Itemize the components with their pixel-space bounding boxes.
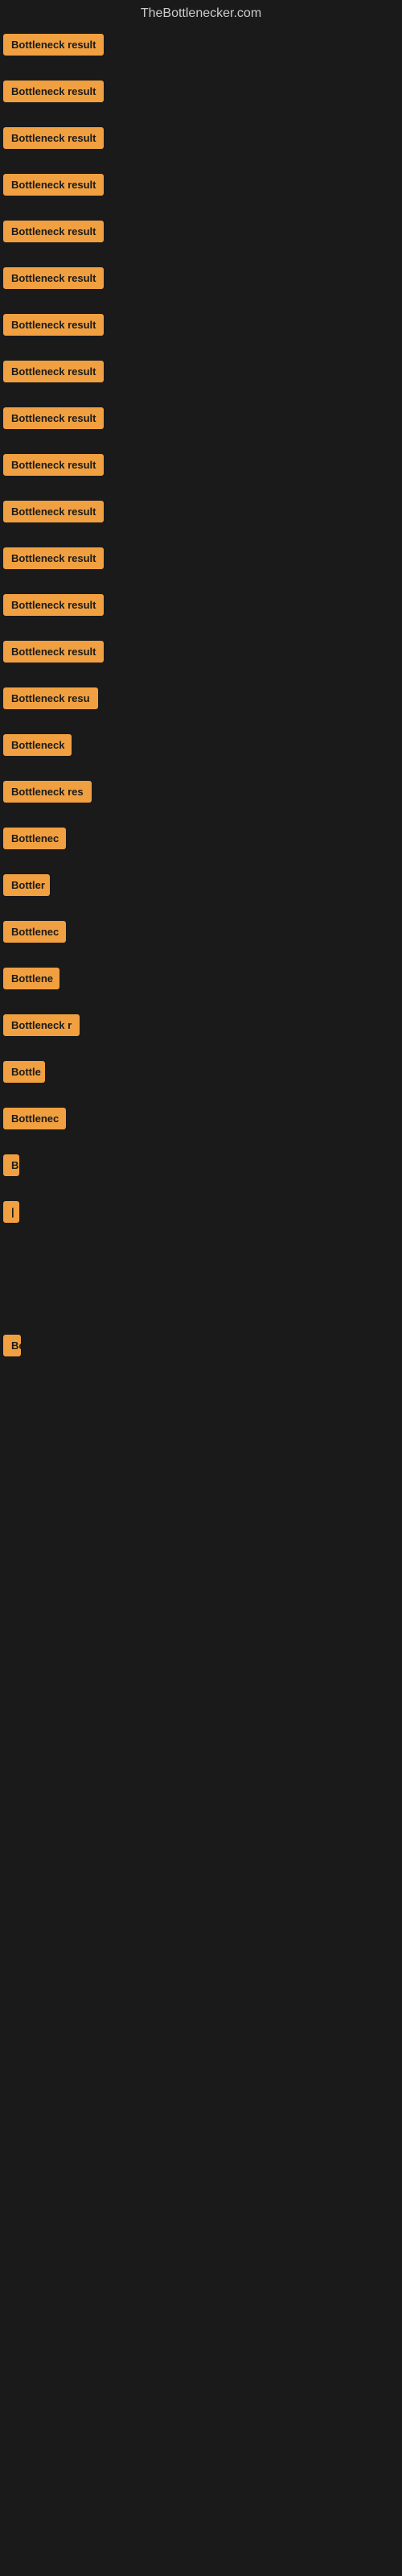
- bottleneck-badge[interactable]: Bottleneck res: [3, 781, 92, 803]
- list-item: B: [3, 1151, 399, 1183]
- bottleneck-badge[interactable]: Bottleneck resu: [3, 687, 98, 709]
- bottleneck-badge[interactable]: Bottleneck result: [3, 80, 104, 102]
- list-item: Bottleneck result: [3, 451, 399, 483]
- list-item: Bottleneck result: [3, 77, 399, 109]
- bottleneck-badge[interactable]: Bottleneck result: [3, 501, 104, 522]
- bottleneck-badge[interactable]: Bottleneck result: [3, 267, 104, 289]
- bottleneck-badge[interactable]: B: [3, 1154, 19, 1176]
- bottleneck-badge[interactable]: Bottleneck result: [3, 407, 104, 429]
- bottleneck-badge[interactable]: Bottleneck result: [3, 454, 104, 476]
- bottleneck-badge[interactable]: Bottleneck result: [3, 221, 104, 242]
- list-item: Bottleneck result: [3, 404, 399, 436]
- list-item: Bottleneck result: [3, 357, 399, 390]
- list-item: |: [3, 1198, 399, 1230]
- bottleneck-badge[interactable]: Bottlenec: [3, 1108, 66, 1129]
- bottleneck-badge[interactable]: Bottleneck result: [3, 314, 104, 336]
- bottleneck-badge[interactable]: Bottle: [3, 1061, 45, 1083]
- bottleneck-badge[interactable]: Bo: [3, 1335, 21, 1356]
- list-item: Bottlene: [3, 964, 399, 997]
- list-item: Bottleneck result: [3, 311, 399, 343]
- list-item: Bottleneck resu: [3, 684, 399, 716]
- bottleneck-badge: |: [3, 1201, 19, 1223]
- bottleneck-badge[interactable]: Bottleneck result: [3, 174, 104, 196]
- list-item: [3, 1465, 399, 1480]
- list-item: [3, 1245, 399, 1259]
- list-item: Bottler: [3, 871, 399, 903]
- bottleneck-badge[interactable]: Bottleneck result: [3, 34, 104, 56]
- list-item: Bottlenec: [3, 824, 399, 857]
- list-item: Bottleneck result: [3, 591, 399, 623]
- list-item: Bottleneck result: [3, 31, 399, 63]
- list-item: Bottleneck res: [3, 778, 399, 810]
- list-item: Bottleneck r: [3, 1011, 399, 1043]
- site-title: TheBottlenecker.com: [0, 0, 402, 31]
- list-item: [3, 1407, 399, 1422]
- bottleneck-badge[interactable]: Bottlenec: [3, 828, 66, 849]
- list-item: Bottleneck result: [3, 544, 399, 576]
- list-item: Bottleneck: [3, 731, 399, 763]
- bottleneck-badge[interactable]: Bottleneck result: [3, 361, 104, 382]
- items-container: Bottleneck result Bottleneck result Bottle…: [0, 31, 402, 1480]
- list-item: Bottleneck result: [3, 171, 399, 203]
- bottleneck-badge[interactable]: Bottleneck result: [3, 594, 104, 616]
- list-item: Bo: [3, 1331, 399, 1364]
- bottleneck-badge[interactable]: Bottleneck result: [3, 547, 104, 569]
- bottleneck-badge[interactable]: Bottleneck result: [3, 127, 104, 149]
- bottleneck-badge[interactable]: Bottlene: [3, 968, 59, 989]
- list-item: [3, 1436, 399, 1451]
- bottleneck-badge[interactable]: Bottler: [3, 874, 50, 896]
- list-item: Bottleneck result: [3, 124, 399, 156]
- bottleneck-badge[interactable]: Bottleneck: [3, 734, 72, 756]
- list-item: Bottlenec: [3, 918, 399, 950]
- list-item: Bottle: [3, 1058, 399, 1090]
- bottleneck-badge[interactable]: Bottlenec: [3, 921, 66, 943]
- list-item: [3, 1302, 399, 1317]
- list-item: Bottleneck result: [3, 217, 399, 250]
- bottleneck-badge[interactable]: Bottleneck result: [3, 641, 104, 663]
- list-item: Bottleneck result: [3, 638, 399, 670]
- bottleneck-badge[interactable]: Bottleneck r: [3, 1014, 80, 1036]
- list-item: Bottleneck result: [3, 497, 399, 530]
- list-item: Bottleneck result: [3, 264, 399, 296]
- list-item: [3, 1378, 399, 1393]
- list-item: [3, 1274, 399, 1288]
- list-item: Bottlenec: [3, 1104, 399, 1137]
